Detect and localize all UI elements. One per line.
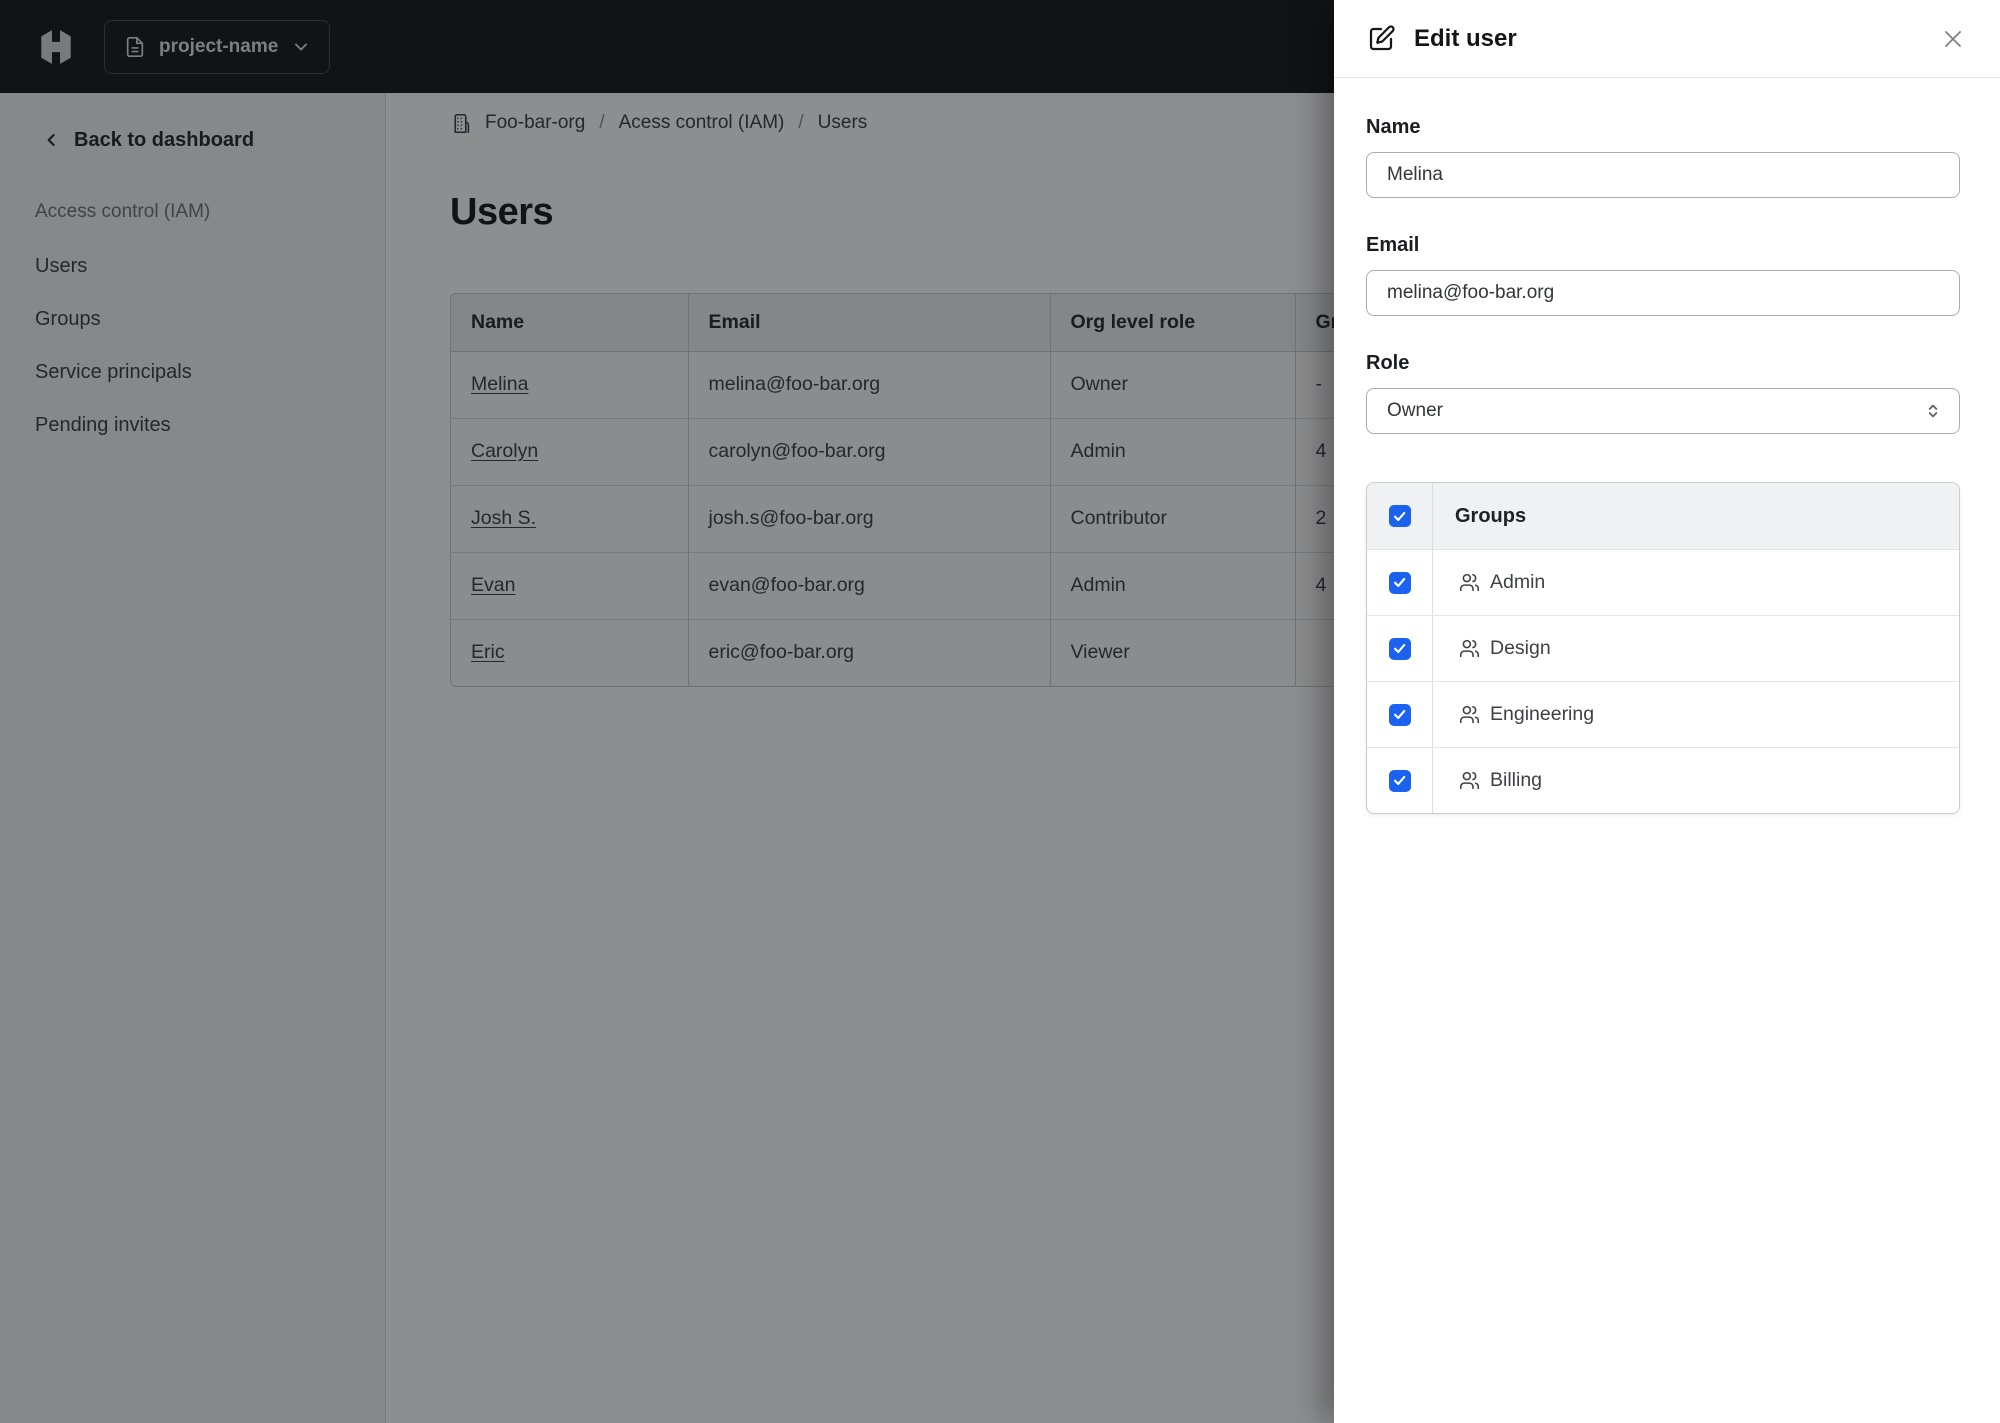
group-checkbox-billing[interactable]: [1388, 769, 1411, 792]
email-label: Email: [1366, 234, 1420, 256]
users-icon: [1459, 771, 1480, 790]
users-icon: [1459, 573, 1480, 592]
drawer-title: Edit user: [1414, 24, 1517, 52]
drawer-body: Name Email Role Owner: [1334, 78, 2000, 814]
role-select[interactable]: Owner: [1366, 388, 1960, 434]
group-label: Design: [1490, 637, 1551, 659]
select-chevrons-icon: [1928, 404, 1938, 418]
role-select-value: Owner: [1387, 400, 1443, 421]
group-row-admin: Admin: [1367, 549, 1959, 615]
groups-table: Groups Admin Design Engineering Billing: [1366, 482, 1960, 814]
group-label: Admin: [1490, 571, 1546, 593]
close-button[interactable]: [1938, 24, 1968, 54]
group-label: Billing: [1490, 769, 1543, 791]
checkmark-icon: [1394, 578, 1406, 587]
role-label: Role: [1366, 352, 1410, 374]
drawer-header: Edit user: [1334, 0, 2000, 78]
name-input[interactable]: [1366, 152, 1960, 198]
checkmark-icon: [1394, 710, 1406, 719]
group-checkbox-engineering[interactable]: [1388, 703, 1411, 726]
edit-icon: [1369, 24, 1395, 50]
groups-header-label: Groups: [1455, 504, 1527, 527]
users-icon: [1459, 639, 1480, 658]
name-label: Name: [1366, 116, 1421, 138]
checkmark-icon: [1394, 511, 1406, 521]
group-row-design: Design: [1367, 615, 1959, 681]
close-icon: [1945, 30, 1961, 47]
email-input[interactable]: [1366, 270, 1960, 316]
groups-select-all-checkbox[interactable]: [1388, 505, 1411, 527]
checkmark-icon: [1394, 644, 1406, 653]
group-checkbox-design[interactable]: [1388, 637, 1411, 660]
edit-user-drawer: Edit user Name Email Role Owner: [1334, 0, 2000, 1423]
group-row-billing: Billing: [1367, 747, 1959, 813]
users-icon: [1459, 705, 1480, 724]
checkmark-icon: [1394, 776, 1406, 785]
group-row-engineering: Engineering: [1367, 681, 1959, 747]
group-label: Engineering: [1490, 703, 1595, 725]
groups-header-row: Groups: [1367, 483, 1959, 549]
app: project-name Back to dashboard Access co…: [0, 0, 2000, 1423]
group-checkbox-admin[interactable]: [1388, 571, 1411, 594]
